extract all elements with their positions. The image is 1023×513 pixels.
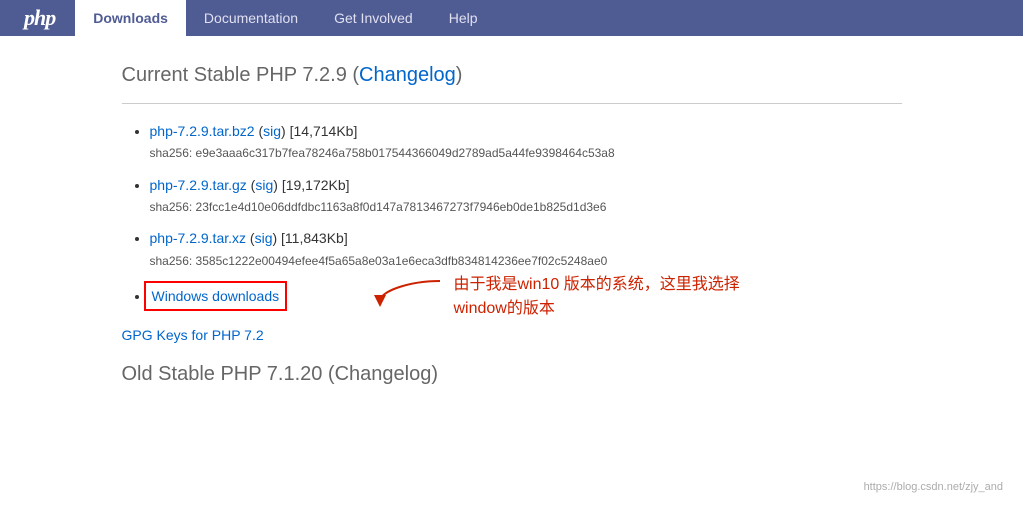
changelog-link[interactable]: Changelog	[359, 64, 456, 86]
windows-list-item: Windows downloads 由于我是win10 版本的系统，这里我选择	[150, 281, 902, 311]
hash-xz: sha256: 3585c1222e00494efee4f5a65a8e03a1…	[150, 252, 902, 271]
annotation-line1: 由于我是win10 版本的系统，这里我选择	[454, 276, 740, 293]
nav-logo: php	[8, 0, 71, 36]
nav-item-downloads[interactable]: Downloads	[75, 0, 186, 36]
watermark: https://blog.csdn.net/zjy_and	[864, 481, 1003, 493]
download-link-xz[interactable]: php-7.2.9.tar.xz	[150, 230, 247, 246]
list-item: php-7.2.9.tar.bz2 (sig) [14,714Kb] sha25…	[150, 120, 902, 164]
old-section-title-text: Old Stable PHP 7.1.20 (	[122, 363, 335, 385]
sig-link-gz[interactable]: sig	[255, 177, 273, 193]
sig-link-bz2[interactable]: sig	[263, 123, 281, 139]
file-size-xz: [11,843Kb]	[281, 230, 348, 246]
nav-item-documentation[interactable]: Documentation	[186, 0, 316, 36]
gpg-link[interactable]: GPG Keys for PHP 7.2	[122, 327, 902, 343]
current-section-title: Current Stable PHP 7.2.9 (Changelog)	[122, 64, 902, 87]
section-title-suffix: )	[456, 64, 463, 86]
section-divider	[122, 103, 902, 104]
annotation-line2: window的版本	[454, 300, 555, 317]
annotation-text: 由于我是win10 版本的系统，这里我选择 window的版本	[454, 273, 740, 321]
nav-item-get-involved[interactable]: Get Involved	[316, 0, 431, 36]
main-content: Current Stable PHP 7.2.9 (Changelog) php…	[62, 36, 962, 406]
list-item: php-7.2.9.tar.gz (sig) [19,172Kb] sha256…	[150, 174, 902, 218]
list-item: php-7.2.9.tar.xz (sig) [11,843Kb] sha256…	[150, 227, 902, 271]
old-section-suffix: )	[431, 363, 438, 385]
nav-item-help[interactable]: Help	[431, 0, 496, 36]
hash-gz: sha256: 23fcc1e4d10e06ddfdbc1163a8f0d147…	[150, 198, 902, 217]
download-list: php-7.2.9.tar.bz2 (sig) [14,714Kb] sha25…	[122, 120, 902, 311]
annotation-arrow: 由于我是win10 版本的系统，这里我选择 window的版本	[370, 271, 740, 321]
windows-downloads-link[interactable]: Windows downloads	[152, 288, 280, 304]
php-logo-text: php	[24, 5, 55, 31]
arrow-svg	[370, 271, 450, 321]
section-title-text: Current Stable PHP 7.2.9 (	[122, 64, 360, 86]
hash-bz2: sha256: e9e3aaa6c317b7fea78246a758b01754…	[150, 144, 902, 163]
file-size-gz: [19,172Kb]	[282, 177, 350, 193]
file-size-bz2: [14,714Kb]	[290, 123, 358, 139]
windows-annotation-container: Windows downloads 由于我是win10 版本的系统，这里我选择	[150, 281, 288, 311]
nav-bar: php Downloads Documentation Get Involved…	[0, 0, 1023, 36]
download-link-gz[interactable]: php-7.2.9.tar.gz	[150, 177, 247, 193]
download-link-bz2[interactable]: php-7.2.9.tar.bz2	[150, 123, 255, 139]
windows-downloads-box: Windows downloads	[144, 281, 288, 311]
old-changelog-link[interactable]: Changelog	[335, 363, 432, 385]
old-section-title: Old Stable PHP 7.1.20 (Changelog)	[122, 363, 902, 386]
sig-link-xz[interactable]: sig	[255, 230, 273, 246]
